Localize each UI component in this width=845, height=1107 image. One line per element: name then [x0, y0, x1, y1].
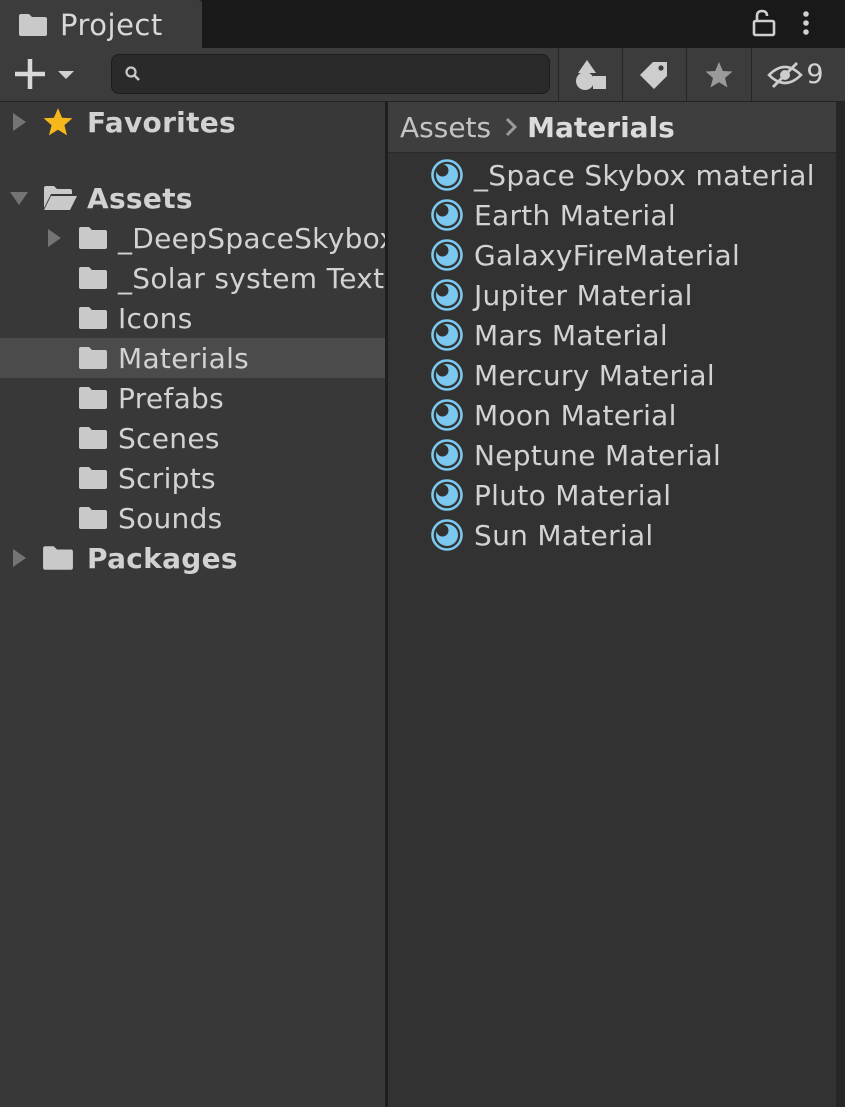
search-icon: [125, 66, 140, 81]
asset-item[interactable]: Neptune Material: [430, 435, 721, 475]
hidden-packages-toggle[interactable]: 9: [751, 48, 838, 101]
tree-item-icons[interactable]: Icons: [0, 298, 385, 338]
folder-label: Scripts: [118, 461, 216, 495]
material-icon: [431, 279, 463, 311]
favorites-label: Favorites: [87, 105, 237, 139]
chevron-right-icon: [506, 117, 518, 137]
folder-label: Materials: [118, 341, 250, 375]
material-icon: [431, 159, 463, 191]
breadcrumb: Assets Materials: [388, 102, 836, 153]
asset-item[interactable]: Moon Material: [430, 395, 677, 435]
expand-arrow-icon[interactable]: [11, 548, 27, 568]
toolbar: 9: [0, 48, 845, 102]
folder-icon: [79, 427, 107, 449]
asset-label: _Space Skybox material: [474, 158, 815, 192]
lock-icon[interactable]: [748, 8, 778, 38]
asset-label: Earth Material: [474, 198, 676, 232]
assets-label: Assets: [87, 181, 193, 215]
expand-arrow-icon[interactable]: [46, 228, 62, 248]
folder-label: Scenes: [118, 421, 220, 455]
asset-item[interactable]: Mercury Material: [430, 355, 715, 395]
kebab-menu-icon[interactable]: [796, 9, 816, 39]
asset-label: Pluto Material: [474, 478, 672, 512]
tree-item-deepspaceskybox[interactable]: _DeepSpaceSkybox: [0, 218, 385, 258]
folder-icon: [79, 307, 107, 329]
tree-item-sounds[interactable]: Sounds: [0, 498, 385, 538]
material-icon: [431, 359, 463, 391]
asset-item[interactable]: Pluto Material: [430, 475, 671, 515]
asset-item[interactable]: Sun Material: [430, 515, 654, 555]
tree-item-scripts[interactable]: Scripts: [0, 458, 385, 498]
eye-slash-icon: [767, 61, 804, 88]
folder-icon: [79, 267, 107, 289]
asset-label: Moon Material: [474, 398, 677, 432]
create-dropdown-button[interactable]: [10, 54, 84, 94]
material-icon: [431, 319, 463, 351]
breadcrumb-materials[interactable]: Materials: [527, 111, 675, 144]
tab-bar: Project: [0, 0, 845, 49]
folder-label: _DeepSpaceSkybox: [118, 221, 385, 255]
star-icon: [43, 108, 73, 136]
asset-item[interactable]: _Space Skybox material: [430, 155, 815, 195]
expand-arrow-icon[interactable]: [11, 112, 27, 132]
search-by-label-icon: [640, 61, 667, 89]
asset-label: Jupiter Material: [474, 278, 693, 312]
tab-title: Project: [60, 7, 163, 42]
asset-item[interactable]: Earth Material: [430, 195, 676, 235]
material-icon: [431, 199, 463, 231]
pane-border: [836, 102, 845, 1107]
material-icon: [431, 239, 463, 271]
folder-icon: [43, 546, 73, 570]
asset-item[interactable]: Jupiter Material: [430, 275, 693, 315]
folder-icon: [79, 227, 107, 249]
folder-icon: [19, 13, 47, 36]
tree-item-scenes[interactable]: Scenes: [0, 418, 385, 458]
asset-label: Mars Material: [474, 318, 668, 352]
favorite-star-icon: [705, 61, 733, 87]
search-by-label-button[interactable]: [622, 48, 687, 101]
folder-icon: [79, 347, 107, 369]
folder-label: _Solar system Textures: [118, 261, 385, 295]
asset-label: Neptune Material: [474, 438, 722, 472]
open-folder-icon: [44, 186, 77, 210]
collapse-arrow-icon[interactable]: [9, 190, 29, 206]
tree-item-solar-system-textures[interactable]: _Solar system Textures: [0, 258, 385, 298]
search-by-type-button[interactable]: [558, 48, 623, 101]
asset-label: Sun Material: [474, 518, 654, 552]
asset-list-pane: Assets Materials _Space Skybox material …: [388, 102, 836, 1107]
favorite-filter-button[interactable]: [686, 48, 751, 101]
asset-item[interactable]: Mars Material: [430, 315, 668, 355]
tree-item-assets[interactable]: Assets: [0, 178, 385, 218]
breadcrumb-assets[interactable]: Assets: [400, 111, 491, 144]
material-icon: [431, 479, 463, 511]
material-icon: [431, 399, 463, 431]
material-icon: [431, 439, 463, 471]
folder-label: Sounds: [118, 501, 223, 535]
hidden-packages-count: 9: [806, 59, 824, 90]
packages-label: Packages: [87, 541, 238, 575]
search-input[interactable]: [111, 54, 550, 94]
tree-item-favorites[interactable]: Favorites: [0, 102, 385, 142]
asset-item[interactable]: GalaxyFireMaterial: [430, 235, 740, 275]
folder-tree: Favorites Assets _DeepSpaceSkybox _Solar…: [0, 102, 385, 1107]
folder-icon: [79, 387, 107, 409]
folder-icon: [79, 467, 107, 489]
folder-label: Icons: [118, 301, 193, 335]
tree-item-packages[interactable]: Packages: [0, 538, 385, 578]
material-icon: [431, 519, 463, 551]
folder-icon: [79, 507, 107, 529]
asset-label: GalaxyFireMaterial: [474, 238, 741, 272]
folder-label: Prefabs: [118, 381, 224, 415]
tree-item-prefabs[interactable]: Prefabs: [0, 378, 385, 418]
tree-item-materials[interactable]: Materials: [0, 338, 385, 378]
asset-label: Mercury Material: [474, 358, 715, 392]
tab-project[interactable]: Project: [0, 0, 202, 49]
search-by-type-icon: [576, 59, 606, 90]
